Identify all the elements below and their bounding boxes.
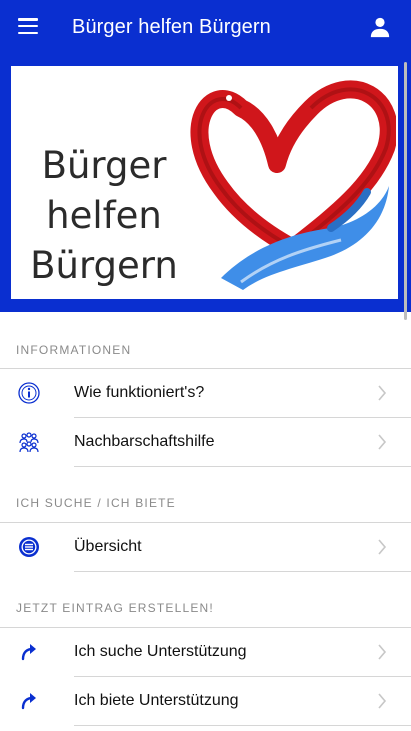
scrollbar[interactable] (404, 62, 407, 320)
list-item-uebersicht[interactable]: Übersicht (0, 523, 411, 572)
forward-arrow-icon (21, 644, 36, 661)
list-item-ich-biete-unterstuetzung[interactable]: Ich biete Unterstützung (0, 677, 411, 726)
list-circle-icon (19, 537, 39, 557)
list-item-ich-suche-unterstuetzung[interactable]: Ich suche Unterstützung (0, 628, 411, 677)
list-item-label: Nachbarschaftshilfe (74, 433, 215, 450)
section-header-ich-suche-ich-biete: ICH SUCHE / ICH BIETE (16, 496, 176, 510)
logo-text: Bürger helfen Bürgern (19, 141, 189, 291)
chevron-right-icon (378, 693, 387, 709)
logo-line-3: Bürgern (30, 244, 178, 287)
section-header-jetzt-eintrag-erstellen: JETZT EINTRAG ERSTELLEN! (16, 601, 214, 615)
list-item-label: Übersicht (74, 538, 142, 555)
forward-arrow-icon (21, 693, 36, 710)
logo-banner: Bürger helfen Bürgern (0, 57, 411, 312)
hamburger-menu-icon[interactable] (18, 18, 38, 34)
section-header-informationen: INFORMATIONEN (16, 343, 132, 357)
app-title: Bürger helfen Bürgern (72, 16, 271, 38)
divider (74, 466, 411, 467)
list-item-label: Ich suche Unterstützung (74, 643, 247, 660)
chevron-right-icon (378, 434, 387, 450)
logo-image: Bürger helfen Bürgern (11, 66, 398, 299)
chevron-right-icon (378, 385, 387, 401)
group-people-icon (19, 432, 39, 453)
divider (74, 725, 411, 726)
logo-line-2: helfen (46, 194, 162, 237)
divider (74, 571, 411, 572)
list-item-label: Wie funktioniert's? (74, 384, 205, 401)
list-item-label: Ich biete Unterstützung (74, 692, 239, 709)
chevron-right-icon (378, 644, 387, 660)
list-item-wie-funktionierts[interactable]: Wie funktioniert's? (0, 369, 411, 418)
app-bar: Bürger helfen Bürgern (0, 0, 411, 57)
list-item-nachbarschaftshilfe[interactable]: Nachbarschaftshilfe (0, 418, 411, 467)
person-icon[interactable] (369, 16, 391, 38)
info-circle-icon (18, 382, 40, 404)
logo-line-1: Bürger (41, 144, 167, 187)
heart-hand-logo-icon (190, 80, 396, 290)
chevron-right-icon (378, 539, 387, 555)
